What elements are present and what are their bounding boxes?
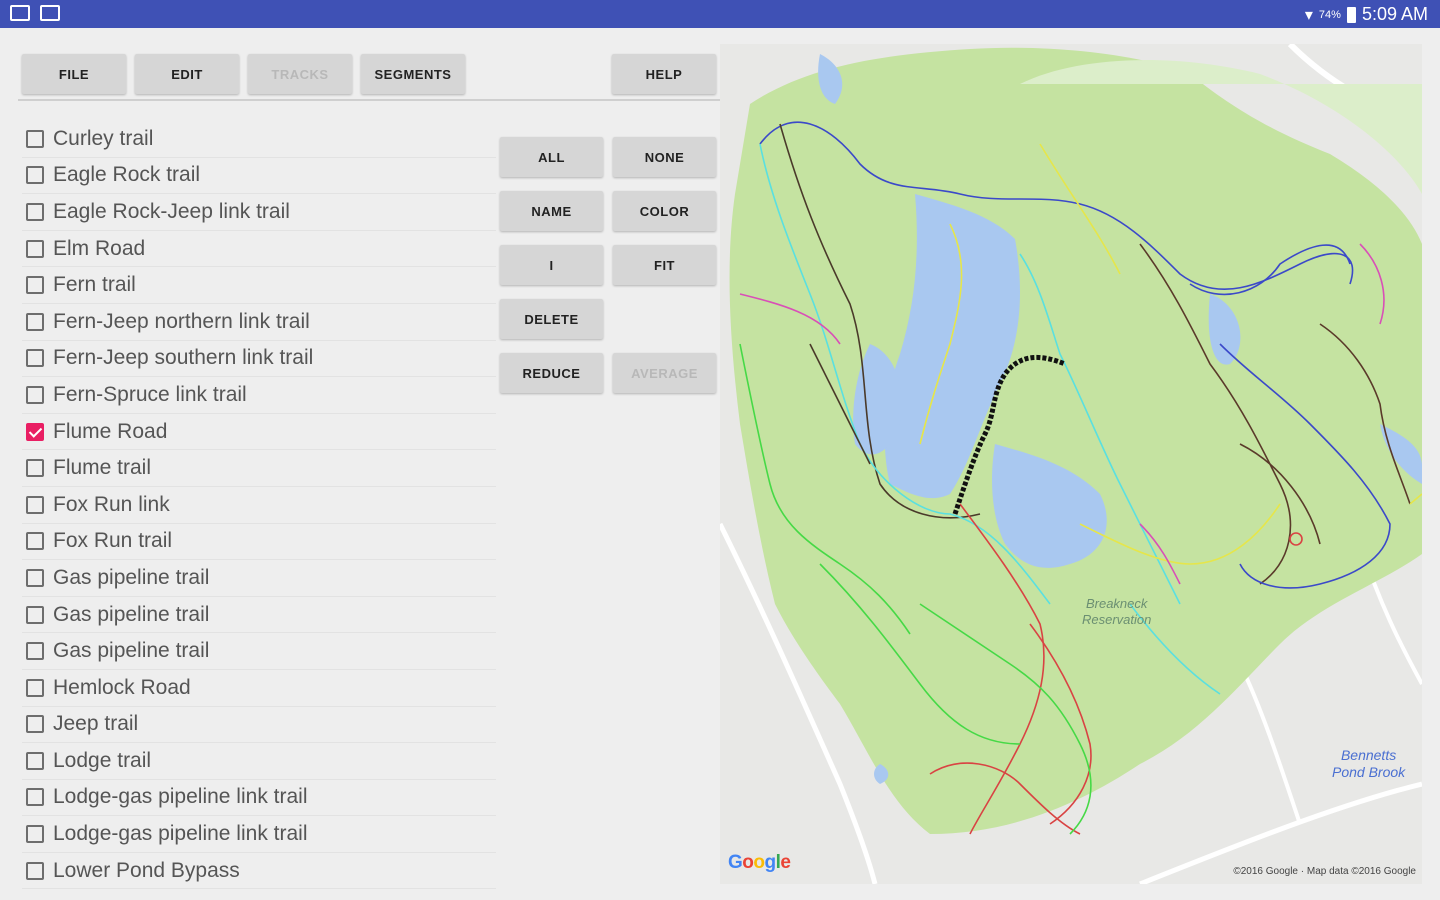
trail-item[interactable]: Eagle Rock trail <box>22 158 496 195</box>
trail-label: Lower Pond Bypass <box>53 858 240 882</box>
map-copyright: ©2016 Google · Map data ©2016 Google <box>1233 866 1416 877</box>
trail-item[interactable]: Curley trail <box>22 121 496 158</box>
trail-label: Flume trail <box>53 456 152 480</box>
trail-label: Fox Run trail <box>53 529 173 553</box>
trail-item[interactable]: Lower Pond Bypass <box>22 853 496 890</box>
trail-checkbox[interactable] <box>26 276 44 295</box>
segments-button[interactable]: SEGMENTS <box>361 54 465 94</box>
select-all-button[interactable]: ALL <box>500 137 603 177</box>
battery-percent: 74% <box>1318 8 1341 21</box>
trail-item[interactable]: Lodge trail <box>22 743 496 780</box>
trail-label: Fern-Jeep northern link trail <box>53 309 310 333</box>
trail-checkbox[interactable] <box>26 495 44 514</box>
info-button[interactable]: I <box>500 245 603 285</box>
average-button[interactable]: AVERAGE <box>613 353 716 393</box>
trail-item[interactable]: Fern-Jeep northern link trail <box>22 304 496 341</box>
trail-label: Gas pipeline trail <box>53 602 210 626</box>
trail-item[interactable]: Jeep trail <box>22 707 496 744</box>
trail-checkbox[interactable] <box>26 825 44 844</box>
trail-item[interactable]: Fox Run trail <box>22 524 496 561</box>
trail-label: Elm Road <box>53 236 146 260</box>
edit-button[interactable]: EDIT <box>135 54 239 94</box>
trail-checkbox[interactable] <box>26 166 44 185</box>
trail-checkbox[interactable] <box>26 715 44 734</box>
trail-item[interactable]: Lodge-gas pipeline link trail <box>22 780 496 817</box>
trail-label: Lodge trail <box>53 748 152 772</box>
trail-label: Fern-Jeep southern link trail <box>53 346 314 370</box>
trail-item[interactable]: Lodge-gas pipeline link trail <box>22 816 496 853</box>
trail-label: Gas pipeline trail <box>53 565 210 589</box>
trail-item[interactable]: Eagle Rock-Jeep link trail <box>22 194 496 231</box>
trail-list: Curley trail Eagle Rock trail Eagle Rock-J… <box>22 121 496 890</box>
battery-icon <box>1346 6 1356 23</box>
water-label: Bennetts Pond Brook <box>1332 747 1406 780</box>
reduce-button[interactable]: REDUCE <box>500 353 603 393</box>
file-button[interactable]: FILE <box>22 54 126 94</box>
toolbar-divider <box>18 99 720 101</box>
trail-checkbox[interactable] <box>26 239 44 258</box>
delete-button[interactable]: DELETE <box>500 299 603 339</box>
trail-label: Fox Run link <box>53 492 170 516</box>
trail-checkbox[interactable] <box>26 788 44 807</box>
trail-label: Jeep trail <box>53 712 139 736</box>
trail-label: Flume Road <box>53 419 168 443</box>
trail-label: Eagle Rock-Jeep link trail <box>53 199 290 223</box>
trail-label: Gas pipeline trail <box>53 639 210 663</box>
trail-item[interactable]: Flume Road <box>22 414 496 451</box>
trail-item[interactable]: Fox Run link <box>22 487 496 524</box>
map-view[interactable]: Breakneck Reservation Bennetts Pond Brook … <box>720 44 1422 884</box>
trail-checkbox[interactable] <box>26 459 44 478</box>
gallery-icon <box>40 5 60 21</box>
trail-item[interactable]: Elm Road <box>22 231 496 268</box>
help-button[interactable]: HELP <box>612 54 716 94</box>
trail-item[interactable]: Gas pipeline trail <box>22 633 496 670</box>
trail-label: Lodge-gas pipeline link trail <box>53 785 308 809</box>
wifi-icon: ▾ <box>1304 6 1313 24</box>
map-canvas[interactable] <box>720 44 1422 884</box>
google-logo: Google <box>728 852 791 873</box>
trail-item[interactable]: Gas pipeline trail <box>22 560 496 597</box>
screen-cast-icon <box>10 5 30 21</box>
clock: 5:09 AM <box>1361 4 1428 24</box>
trail-label: Fern-Spruce link trail <box>53 382 247 406</box>
trail-checkbox[interactable] <box>26 385 44 404</box>
trail-checkbox[interactable] <box>26 202 44 221</box>
tracks-button[interactable]: TRACKS <box>248 54 352 94</box>
trail-label: Hemlock Road <box>53 675 191 699</box>
trail-item[interactable]: Fern trail <box>22 267 496 304</box>
trail-checkbox[interactable] <box>26 532 44 551</box>
sort-name-button[interactable]: NAME <box>500 191 603 231</box>
reservation-label: Breakneck Reservation <box>1082 596 1152 627</box>
trail-label: Eagle Rock trail <box>53 163 201 187</box>
trail-checkbox[interactable] <box>26 349 44 368</box>
trail-checkbox[interactable] <box>26 861 44 880</box>
trail-label: Fern trail <box>53 273 136 297</box>
trail-checkbox[interactable] <box>26 642 44 661</box>
trail-item[interactable]: Hemlock Road <box>22 670 496 707</box>
trail-checkbox[interactable] <box>26 129 44 148</box>
trail-checkbox[interactable] <box>26 312 44 331</box>
trail-checkbox[interactable] <box>26 751 44 770</box>
trail-checkbox[interactable] <box>26 422 44 441</box>
trail-item[interactable]: Gas pipeline trail <box>22 597 496 634</box>
trail-item[interactable]: Flume trail <box>22 450 496 487</box>
select-none-button[interactable]: NONE <box>613 137 716 177</box>
trail-checkbox[interactable] <box>26 605 44 624</box>
trail-label: Lodge-gas pipeline link trail <box>53 822 308 846</box>
trail-checkbox[interactable] <box>26 568 44 587</box>
trail-item[interactable]: Fern-Spruce link trail <box>22 377 496 414</box>
trail-checkbox[interactable] <box>26 678 44 697</box>
trail-item[interactable]: Fern-Jeep southern link trail <box>22 341 496 378</box>
trail-label: Curley trail <box>53 126 154 150</box>
status-bar: ▾ 74% 5:09 AM <box>0 0 1440 28</box>
color-button[interactable]: COLOR <box>613 191 716 231</box>
fit-button[interactable]: FIT <box>613 245 716 285</box>
